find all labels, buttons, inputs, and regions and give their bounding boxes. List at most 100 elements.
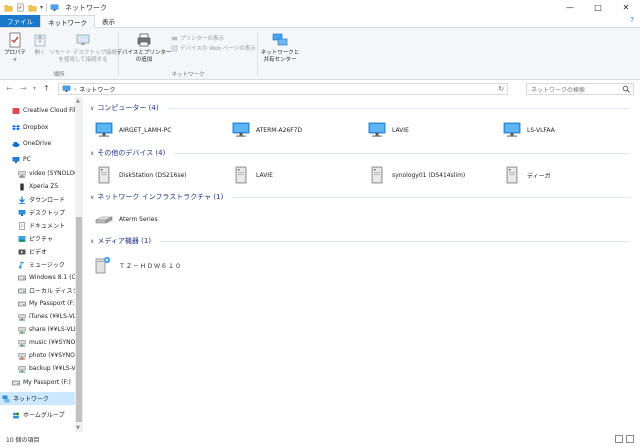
sidebar-scrollbar[interactable]: ▲ ▼ [75, 97, 83, 432]
sidebar-item-itunes-ls-vlfaa[interactable]: iTunes (¥¥LS-VLFAA) [0, 310, 76, 323]
sidebar-item-item-21[interactable]: ネットワーク [0, 392, 75, 405]
computer-icon [231, 120, 251, 140]
collapse-chevron-icon[interactable]: ∨ [90, 105, 94, 112]
drive-icon [18, 274, 26, 282]
new-folder-icon[interactable] [28, 3, 37, 12]
group-label-network: ネットワーク [171, 72, 205, 78]
view-switcher [615, 435, 634, 443]
network-item[interactable]: ディーガ [502, 163, 551, 187]
network-drive-icon [18, 326, 26, 334]
maximize-button[interactable]: □ [584, 0, 612, 15]
network-item[interactable]: Aterm Series [94, 207, 158, 231]
nas-icon [94, 165, 114, 185]
forward-button[interactable]: → [20, 84, 27, 93]
sidebar-item-windows-8-1-c[interactable]: Windows 8.1 (C:) [0, 271, 76, 284]
folder-icon[interactable] [4, 3, 13, 12]
open-button[interactable]: 開く [30, 32, 50, 57]
remote-desktop-button[interactable]: リモート デスクトップ接続 を使用して接続する [49, 32, 117, 63]
printer-icon [137, 33, 151, 47]
refresh-icon[interactable]: ↻ [498, 85, 504, 93]
sidebar-item-item-9[interactable]: ピクチャ [0, 232, 76, 245]
sidebar-item-item-8[interactable]: ドキュメント [0, 219, 76, 232]
group-header[interactable]: ∨ コンピューター (4) [90, 102, 630, 114]
scroll-up-icon[interactable]: ▲ [76, 98, 80, 104]
group-header[interactable]: ∨ その他のデバイス (4) [90, 147, 630, 159]
up-button[interactable]: ↑ [43, 84, 50, 93]
network-item-label: ディーガ [527, 172, 551, 180]
network-item[interactable]: AIRGET_LAMH-PC [94, 118, 171, 142]
details-view-icon[interactable] [615, 435, 623, 443]
device-web-page-button[interactable]: デバイスの Web ページの表示 [171, 44, 256, 52]
sidebar-item-label: OneDrive [23, 140, 52, 147]
close-button[interactable]: ✕ [612, 0, 640, 15]
ribbon-group-location: プロパティ 開く リモート デスクトップ接続 を使用して接続する 場所 [0, 30, 118, 78]
sidebar-item-item-10[interactable]: ビデオ [0, 245, 76, 258]
sidebar-item-label: share (¥¥LS-VLFAA) [29, 326, 76, 333]
sidebar-item-item-22[interactable]: ホームグループ [0, 408, 76, 421]
network-item[interactable]: LAVIE [231, 163, 273, 187]
sidebar-item-pc[interactable]: PC [0, 153, 76, 166]
sidebar-item-d[interactable]: ローカル ディスク (D:) [0, 284, 76, 297]
search-placeholder: ネットワークの検索 [531, 86, 586, 94]
sidebar-item-dropbox[interactable]: Dropbox [0, 121, 76, 134]
sidebar-item-my-passport-f[interactable]: My Passport (F:) [0, 297, 76, 310]
tab-file[interactable]: ファイル [0, 15, 40, 27]
open-icon [34, 34, 46, 47]
recent-locations-icon[interactable]: ▾ [33, 85, 36, 92]
network-item[interactable]: ATERM-A26F7D [231, 118, 302, 142]
sidebar-item-onedrive[interactable]: OneDrive [0, 137, 76, 150]
sidebar-item-label: ビデオ [29, 249, 48, 256]
add-devices-printers-button[interactable]: デバイスとプリンター の追加 [117, 32, 171, 63]
breadcrumb[interactable]: ネットワーク [79, 85, 115, 94]
network-item[interactable]: LS-VLFAA [502, 118, 555, 142]
sidebar-item-item-6[interactable]: ダウンロード [0, 193, 76, 206]
desktop-icon [18, 209, 26, 217]
sidebar-item-my-passport-f[interactable]: My Passport (F:) [0, 376, 76, 389]
address-row: ← → ▾ ↑ › ネットワーク ↻ ネットワークの検索 [0, 81, 640, 97]
sidebar-item-xperia-z5[interactable]: Xperia Z5 [0, 180, 76, 193]
search-input[interactable]: ネットワークの検索 [526, 83, 634, 95]
group-header[interactable]: ∨ ネットワーク インフラストラクチャ (1) [90, 191, 630, 203]
sidebar-item-creative-cloud-files[interactable]: Creative Cloud Files [0, 104, 76, 117]
back-button[interactable]: ← [6, 84, 13, 93]
network-drive-icon [18, 170, 26, 178]
sidebar-item-share-ls-vlfaa[interactable]: share (¥¥LS-VLFAA) [0, 323, 76, 336]
properties-icon[interactable] [16, 3, 25, 12]
sidebar-item-item-7[interactable]: デスクトップ [0, 206, 76, 219]
scrollbar-thumb[interactable] [76, 217, 82, 422]
breadcrumb-separator-icon: › [74, 85, 77, 93]
sidebar-item-item-11[interactable]: ミュージック [0, 258, 76, 271]
network-item[interactable]: LAVIE [367, 118, 409, 142]
printer-display-button[interactable]: プリンターの表示 [171, 34, 224, 42]
quick-access-dropdown-icon[interactable]: ▾ [40, 4, 43, 11]
properties-button[interactable]: プロパティ [2, 32, 28, 63]
sidebar-item-music-synology01[interactable]: music (¥¥SYNOLOGY01) [0, 336, 76, 349]
tab-network[interactable]: ネットワーク [40, 15, 95, 28]
group-header-title: その他のデバイス (4) [97, 149, 166, 157]
group-header[interactable]: ∨ メディア機器 (1) [90, 235, 630, 247]
collapse-chevron-icon[interactable]: ∨ [90, 150, 94, 157]
quick-access-toolbar: ▾ ネットワーク [0, 0, 107, 15]
tab-view[interactable]: 表示 [95, 15, 122, 27]
network-item[interactable]: synology01 (DS414slim) [367, 163, 465, 187]
help-button[interactable]: ? [630, 16, 634, 24]
window-controls: — □ ✕ [556, 0, 640, 15]
network-item[interactable]: ＴＺ－ＨＤＷ６１０ [94, 252, 182, 278]
collapse-chevron-icon[interactable]: ∨ [90, 194, 94, 201]
network-sharing-center-button[interactable]: ネットワークと 共有センター [260, 32, 300, 63]
sidebar-item-label: Dropbox [23, 124, 49, 131]
address-bar[interactable]: › ネットワーク ↻ [58, 83, 508, 95]
network-item[interactable]: DiskStation (DS216se) [94, 163, 187, 187]
scroll-down-icon[interactable]: ▼ [76, 425, 80, 431]
sidebar-item-video-synology01[interactable]: video (SYNOLOGY01) [0, 167, 76, 180]
group-divider [160, 240, 630, 242]
nas-icon [502, 165, 522, 185]
minimize-button[interactable]: — [556, 0, 584, 15]
sidebar-item-photo-synology01[interactable]: photo (¥¥SYNOLOGY01) [0, 349, 76, 362]
sidebar-item-backup-ls-vlfaa[interactable]: backup (¥¥LS-VLFAA) [0, 362, 76, 375]
drive-icon [12, 379, 20, 387]
sidebar-item-label: ローカル ディスク (D:) [29, 288, 76, 295]
sidebar-item-label: ダウンロード [29, 197, 66, 204]
collapse-chevron-icon[interactable]: ∨ [90, 238, 94, 245]
large-icons-view-icon[interactable] [626, 435, 634, 443]
